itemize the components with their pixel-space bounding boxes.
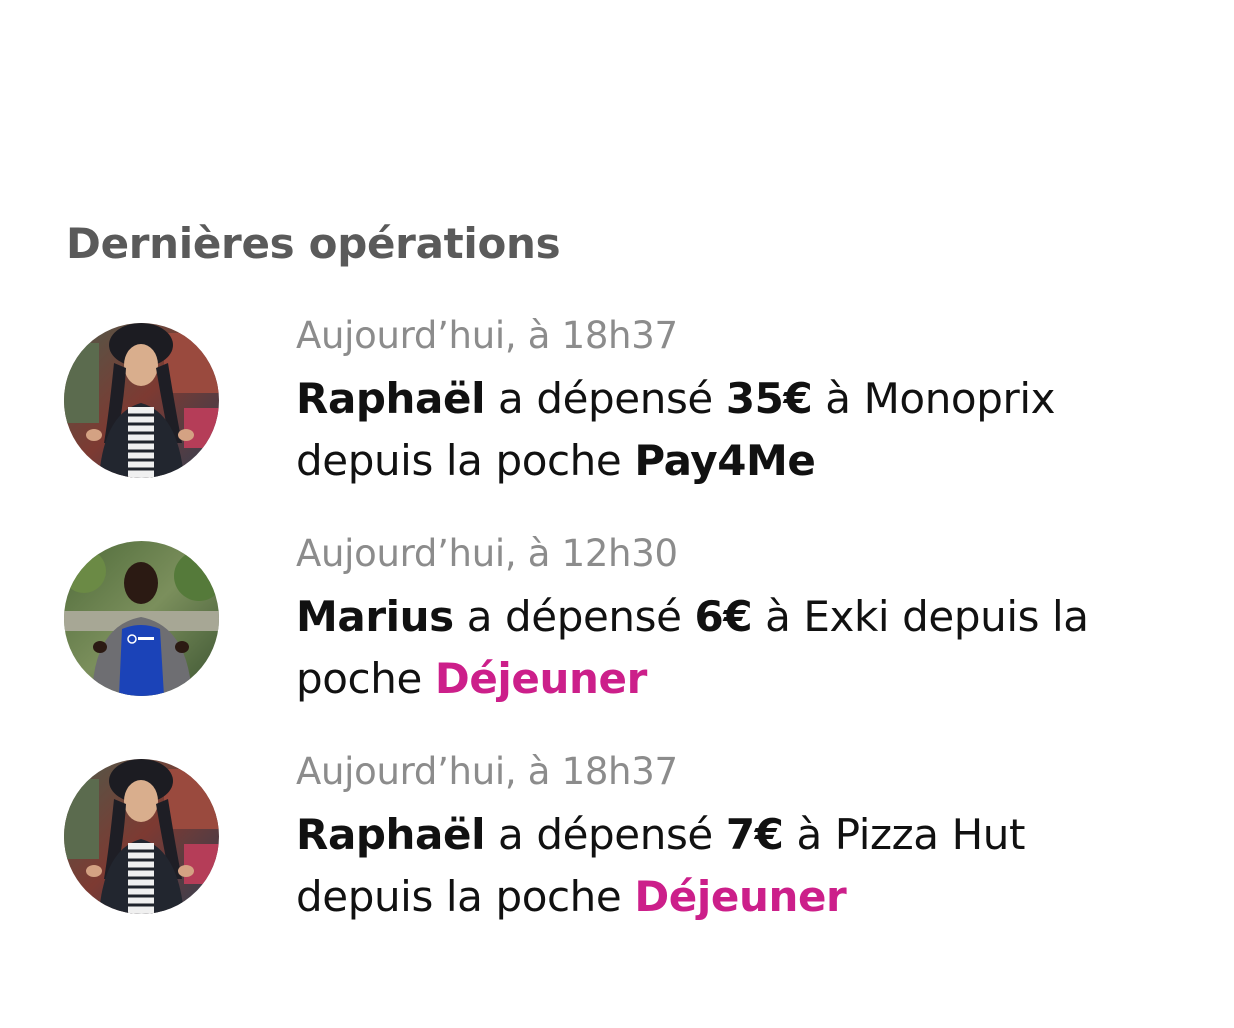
merchant: Exki bbox=[803, 592, 890, 641]
operation-text: Aujourd’hui, à 12h30 Marius a dépensé 6€… bbox=[296, 528, 1116, 710]
merchant-prefix: à bbox=[796, 810, 822, 859]
operation-text: Aujourd’hui, à 18h37 Raphaël a dépensé 3… bbox=[296, 310, 1116, 492]
amount: 7€ bbox=[725, 810, 784, 859]
operation-item[interactable]: Aujourd’hui, à 12h30 Marius a dépensé 6€… bbox=[64, 528, 1194, 728]
operation-time: Aujourd’hui, à 12h30 bbox=[296, 532, 678, 575]
user-name: Raphaël bbox=[296, 810, 486, 859]
avatar bbox=[64, 759, 219, 914]
pocket-prefix: depuis la poche bbox=[296, 436, 622, 485]
operation-time: Aujourd’hui, à 18h37 bbox=[296, 314, 678, 357]
operation-verb: a dépensé bbox=[498, 374, 713, 423]
amount: 35€ bbox=[725, 374, 813, 423]
user-name: Marius bbox=[296, 592, 454, 641]
merchant: Pizza Hut bbox=[834, 810, 1026, 859]
marius-avatar-image bbox=[64, 541, 219, 696]
avatar bbox=[64, 323, 219, 478]
user-name: Raphaël bbox=[296, 374, 486, 423]
operation-verb: a dépensé bbox=[466, 592, 682, 641]
operation-description: Marius a dépensé 6€ à Exki depuis la poc… bbox=[296, 586, 1116, 710]
raphael-avatar-image bbox=[64, 759, 219, 914]
avatar bbox=[64, 541, 219, 696]
pocket-name: Déjeuner bbox=[634, 872, 847, 921]
merchant-prefix: à bbox=[765, 592, 791, 641]
operation-item[interactable]: Aujourd’hui, à 18h37 Raphaël a dépensé 3… bbox=[64, 310, 1194, 510]
merchant-prefix: à bbox=[825, 374, 851, 423]
operation-time: Aujourd’hui, à 18h37 bbox=[296, 750, 678, 793]
pocket-name: Déjeuner bbox=[434, 654, 647, 703]
operation-text: Aujourd’hui, à 18h37 Raphaël a dépensé 7… bbox=[296, 746, 1116, 928]
operation-description: Raphaël a dépensé 7€ à Pizza Hut depuis … bbox=[296, 804, 1116, 928]
merchant: Monoprix bbox=[863, 374, 1056, 423]
raphael-avatar-image bbox=[64, 323, 219, 478]
pocket-prefix: depuis la poche bbox=[296, 872, 622, 921]
pocket-name: Pay4Me bbox=[634, 436, 816, 485]
operation-item[interactable]: Aujourd’hui, à 18h37 Raphaël a dépensé 7… bbox=[64, 746, 1194, 946]
operation-description: Raphaël a dépensé 35€ à Monoprix depuis … bbox=[296, 368, 1116, 492]
section-title: Dernières opérations bbox=[66, 219, 561, 268]
operation-verb: a dépensé bbox=[498, 810, 713, 859]
amount: 6€ bbox=[694, 592, 753, 641]
